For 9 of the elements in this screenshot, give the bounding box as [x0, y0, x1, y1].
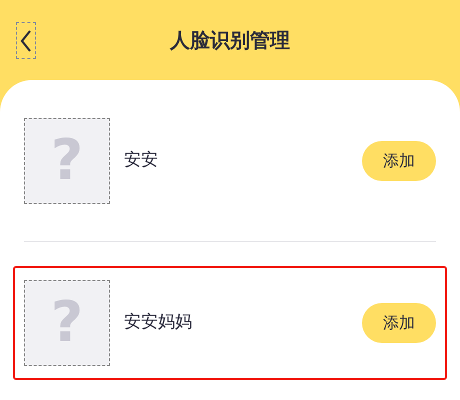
question-mark: ?: [50, 295, 84, 351]
question-mark: ?: [50, 133, 84, 189]
back-button[interactable]: [16, 22, 36, 59]
page-title: 人脸识别管理: [170, 27, 290, 54]
back-icon: [20, 28, 32, 52]
add-button[interactable]: 添加: [362, 141, 436, 181]
member-name: 安安: [124, 149, 159, 172]
add-button[interactable]: 添加: [362, 303, 436, 343]
member-name: 安安妈妈: [124, 311, 193, 334]
